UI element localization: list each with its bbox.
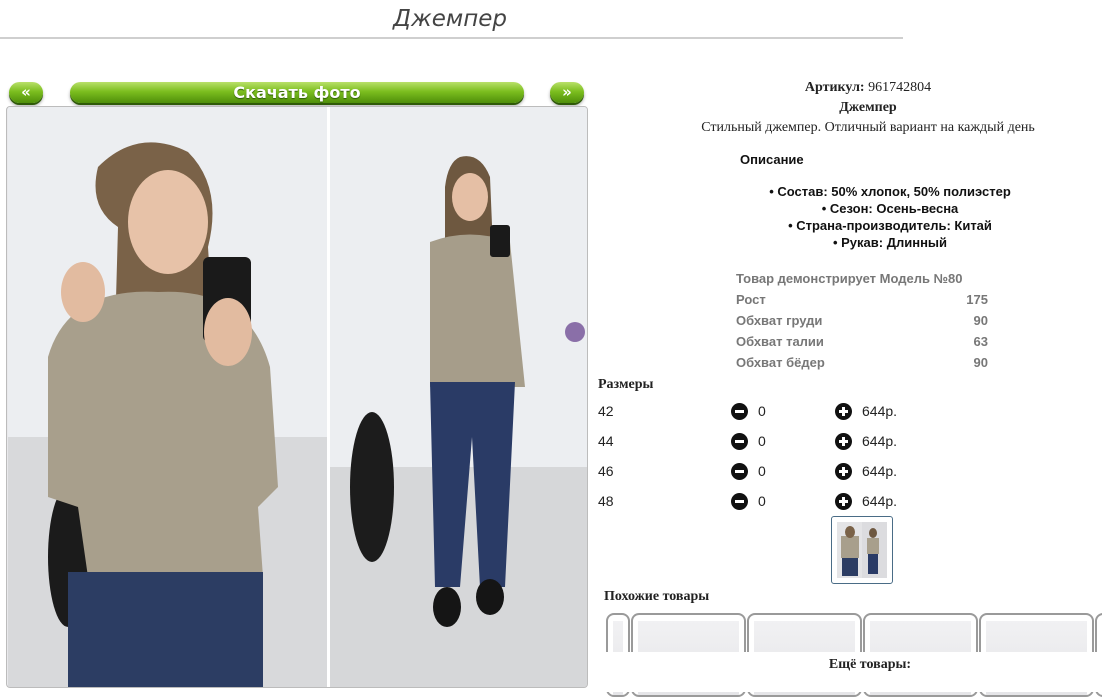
model-full-length-illustration <box>330 107 587 687</box>
size-label: 46 <box>598 463 614 479</box>
model-measurements: Товар демонстрирует Модель №80 Рост 175 … <box>736 268 988 373</box>
next-photo-button[interactable]: » <box>550 82 584 103</box>
product-tagline: Стильный джемпер. Отличный вариант на ка… <box>701 120 1035 135</box>
size-price: 644р. <box>862 463 898 479</box>
product-name: Джемпер <box>839 100 897 115</box>
minus-circle-icon[interactable] <box>731 403 748 420</box>
quantity-value: 0 <box>758 463 766 479</box>
model-param-value: 90 <box>973 355 988 370</box>
size-label: 48 <box>598 493 614 509</box>
thumbnail-illustration <box>841 526 879 576</box>
previous-photo-button[interactable]: « <box>9 82 43 103</box>
plus-circle-icon[interactable] <box>835 463 852 480</box>
minus-circle-icon[interactable] <box>731 463 748 480</box>
quantity-value: 0 <box>758 433 766 449</box>
size-row: 46 0 644р. <box>598 461 918 481</box>
product-properties: • Состав: 50% хлопок, 50% полиэстер • Се… <box>700 183 1080 251</box>
property-season: • Сезон: Осень-весна <box>821 201 959 216</box>
thumbnail-image <box>837 522 887 578</box>
model-param-value: 175 <box>966 292 988 307</box>
download-photo-button[interactable]: Скачать фото <box>70 82 524 103</box>
plus-circle-icon[interactable] <box>835 493 852 510</box>
size-price: 644р. <box>862 433 898 449</box>
similar-products-title: Похожие товары <box>604 589 710 604</box>
property-sleeve: • Рукав: Длинный <box>832 235 948 250</box>
size-price: 644р. <box>862 493 898 509</box>
article-line: Артикул: 961742804 <box>598 80 1102 96</box>
product-photo-gallery <box>6 106 588 688</box>
article-label: Артикул: <box>804 80 865 95</box>
plus-circle-icon[interactable] <box>835 403 852 420</box>
model-param-row: Обхват бёдер 90 <box>736 352 988 373</box>
size-price: 644р. <box>862 403 898 419</box>
property-composition: • Состав: 50% хлопок, 50% полиэстер <box>769 184 1011 199</box>
photo-thumbnail[interactable] <box>831 516 893 584</box>
model-param-label: Рост <box>736 292 766 307</box>
product-photo-full-length[interactable] <box>330 107 587 687</box>
model-param-label: Обхват груди <box>736 313 823 328</box>
model-param-label: Обхват бёдер <box>736 355 825 370</box>
property-country: • Страна-производитель: Китай <box>788 218 992 233</box>
size-row: 44 0 644р. <box>598 431 918 451</box>
model-param-value: 90 <box>973 313 988 328</box>
model-param-row: Обхват груди 90 <box>736 310 988 331</box>
size-label: 42 <box>598 403 614 419</box>
size-label: 44 <box>598 433 614 449</box>
size-row: 48 0 644р. <box>598 491 918 511</box>
sizes-title: Размеры <box>598 377 654 392</box>
model-param-row: Рост 175 <box>736 289 988 310</box>
model-param-label: Обхват талии <box>736 334 824 349</box>
size-row: 42 0 644р. <box>598 401 918 421</box>
quantity-value: 0 <box>758 403 766 419</box>
model-heading: Товар демонстрирует Модель №80 <box>736 271 963 286</box>
model-param-value: 63 <box>973 334 988 349</box>
quantity-value: 0 <box>758 493 766 509</box>
title-divider <box>0 37 903 39</box>
minus-circle-icon[interactable] <box>731 493 748 510</box>
product-photo-closeup[interactable] <box>8 107 327 687</box>
model-param-row: Обхват талии 63 <box>736 331 988 352</box>
minus-circle-icon[interactable] <box>731 433 748 450</box>
plus-circle-icon[interactable] <box>835 433 852 450</box>
article-value: 961742804 <box>868 80 932 95</box>
description-title: Описание <box>740 152 804 167</box>
model-selfie-illustration <box>8 107 327 687</box>
more-products-title: Ещё товары: <box>828 657 912 672</box>
page-title: Джемпер <box>393 6 507 32</box>
